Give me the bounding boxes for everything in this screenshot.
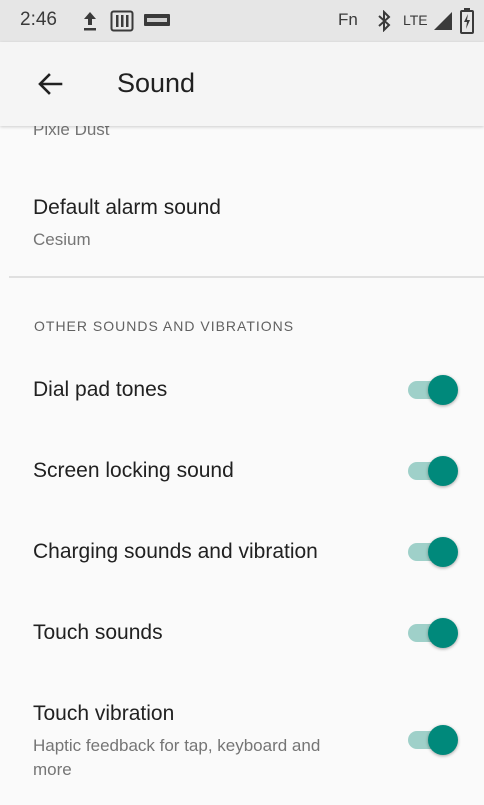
- touch-sounds-toggle[interactable]: [406, 615, 460, 649]
- settings-list[interactable]: Pixie Dust Default alarm sound Cesium OT…: [0, 42, 484, 805]
- bluetooth-icon: [378, 10, 391, 32]
- app-bar: Sound: [0, 42, 484, 126]
- signal-icon: [434, 12, 452, 30]
- toggle-thumb: [428, 618, 458, 648]
- section-divider: [9, 276, 484, 278]
- default-alarm-sound-title: Default alarm sound: [33, 196, 221, 219]
- default-alarm-sound-pref[interactable]: Default alarm sound Cesium: [0, 182, 484, 274]
- network-type-label: LTE: [403, 12, 428, 28]
- dial-pad-tones-toggle[interactable]: [406, 372, 460, 406]
- toggle-thumb: [428, 456, 458, 486]
- charging-sounds-title: Charging sounds and vibration: [33, 540, 318, 563]
- section-header: OTHER SOUNDS AND VIBRATIONS: [34, 318, 295, 334]
- page-title: Sound: [117, 68, 196, 98]
- dial-pad-tones-pref[interactable]: Dial pad tones: [0, 350, 484, 430]
- charging-sounds-toggle[interactable]: [406, 534, 460, 568]
- toggle-thumb: [428, 537, 458, 567]
- screen-locking-sound-title: Screen locking sound: [33, 459, 234, 482]
- touch-vibration-toggle[interactable]: [406, 722, 460, 756]
- screen-locking-sound-toggle[interactable]: [406, 453, 460, 487]
- default-alarm-sound-summary: Cesium: [33, 230, 91, 249]
- toggle-thumb: [428, 375, 458, 405]
- sound-settings-screen: Pixie Dust Default alarm sound Cesium OT…: [0, 0, 484, 805]
- touch-vibration-pref[interactable]: Touch vibration Haptic feedback for tap,…: [0, 674, 484, 784]
- volte-icon: [144, 14, 170, 26]
- charging-sounds-pref[interactable]: Charging sounds and vibration: [0, 512, 484, 592]
- touch-sounds-pref[interactable]: Touch sounds: [0, 593, 484, 673]
- arrow-back-icon: [38, 73, 63, 95]
- upload-icon: [84, 12, 96, 31]
- dial-pad-tones-title: Dial pad tones: [33, 378, 168, 401]
- fn-label: Fn: [338, 10, 358, 29]
- sim-card-icon: [110, 10, 134, 32]
- screen-locking-sound-pref[interactable]: Screen locking sound: [0, 431, 484, 511]
- battery-charging-icon: [460, 8, 474, 34]
- touch-vibration-summary: Haptic feedback for tap, keyboard and mo…: [33, 736, 321, 779]
- status-time: 2:46: [20, 9, 57, 30]
- status-bar: 2:46 Fn LTE: [0, 0, 484, 42]
- touch-sounds-title: Touch sounds: [33, 621, 163, 644]
- touch-vibration-title: Touch vibration: [33, 702, 175, 725]
- toggle-thumb: [428, 725, 458, 755]
- back-button[interactable]: [26, 60, 74, 108]
